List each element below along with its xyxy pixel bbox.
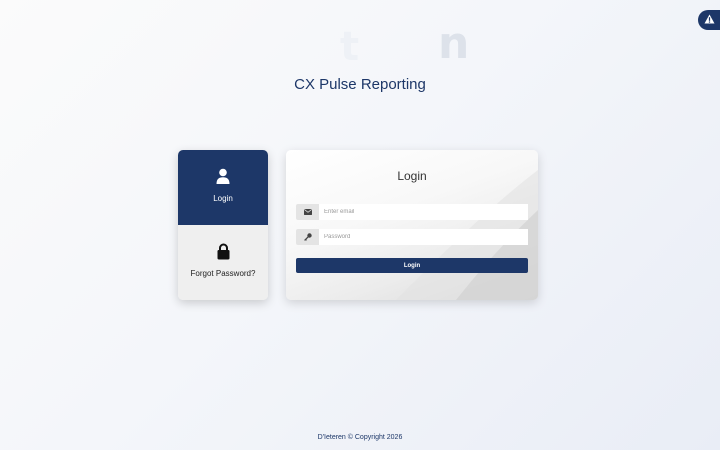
alert-badge[interactable] xyxy=(698,10,720,30)
envelope-icon xyxy=(296,204,319,220)
login-form-title: Login xyxy=(397,169,427,183)
logo-glyph: n xyxy=(438,18,470,69)
email-input[interactable] xyxy=(319,204,528,220)
key-icon xyxy=(296,229,319,245)
login-form-card: Login Login xyxy=(286,150,538,300)
email-field-group xyxy=(296,204,528,220)
tab-login[interactable]: Login xyxy=(178,150,268,225)
warning-icon xyxy=(704,11,715,29)
tab-forgot-password[interactable]: Forgot Password? xyxy=(178,225,268,300)
logo-glyph: t xyxy=(340,24,360,70)
password-input[interactable] xyxy=(319,229,528,245)
page-title: CX Pulse Reporting xyxy=(294,76,426,93)
tab-login-label: Login xyxy=(213,194,233,203)
lock-icon xyxy=(217,242,230,260)
auth-tab-panel: Login Forgot Password? xyxy=(178,150,268,300)
user-icon xyxy=(216,167,230,185)
login-submit-button[interactable]: Login xyxy=(296,258,528,273)
password-field-group xyxy=(296,229,528,245)
copyright-footer: D'Ieteren © Copyright 2026 xyxy=(317,434,403,441)
tab-forgot-password-label: Forgot Password? xyxy=(190,269,256,278)
brand-logo-ghost: t n xyxy=(330,18,480,70)
